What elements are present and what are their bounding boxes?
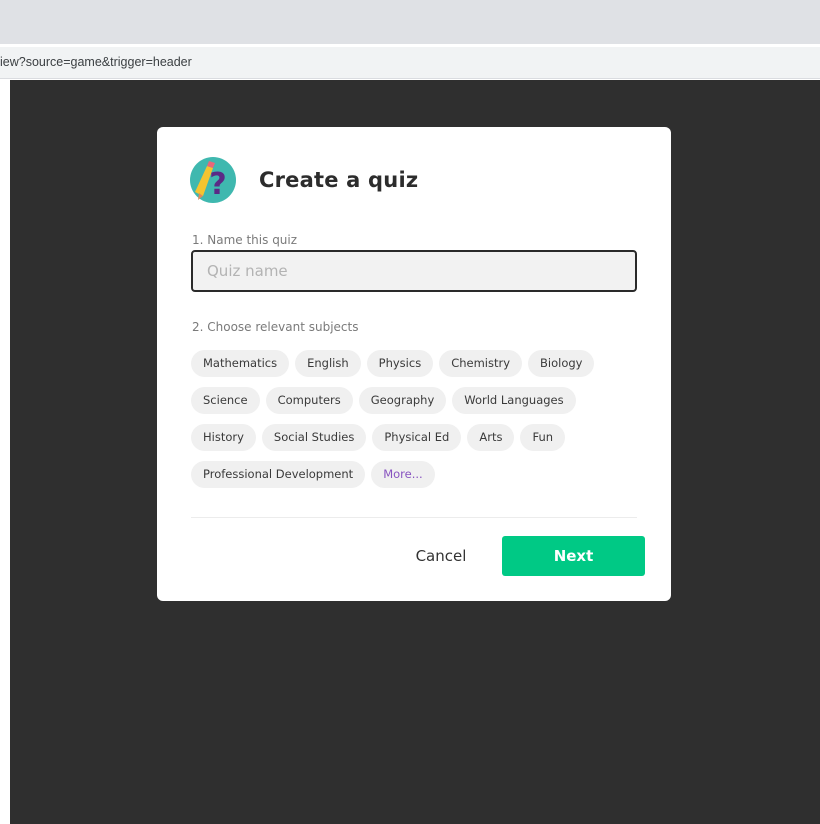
quiz-name-label: 1. Name this quiz xyxy=(192,233,298,247)
chip-row: Professional Development More... xyxy=(191,461,641,488)
subject-chip-computers[interactable]: Computers xyxy=(265,387,353,414)
subject-chip-geography[interactable]: Geography xyxy=(358,387,447,414)
subject-chip-world-languages[interactable]: World Languages xyxy=(452,387,576,414)
quiz-name-input[interactable] xyxy=(191,250,637,292)
subject-chip-history[interactable]: History xyxy=(191,424,256,451)
subject-chip-science[interactable]: Science xyxy=(191,387,260,414)
chip-row: History Social Studies Physical Ed Arts … xyxy=(191,424,641,451)
more-subjects-button[interactable]: More... xyxy=(371,461,435,488)
subject-chip-fun[interactable]: Fun xyxy=(520,424,566,451)
address-bar[interactable]: iew?source=game&trigger=header xyxy=(0,47,820,79)
chip-row: Mathematics English Physics Chemistry Bi… xyxy=(191,350,641,377)
subjects-label: 2. Choose relevant subjects xyxy=(192,320,359,334)
create-quiz-dialog: ? Create a quiz 1. Name this quiz 2. Cho… xyxy=(157,127,671,601)
subject-chip-professional-development[interactable]: Professional Development xyxy=(191,461,366,488)
chip-row: Science Computers Geography World Langua… xyxy=(191,387,641,414)
subject-chip-list: Mathematics English Physics Chemistry Bi… xyxy=(191,350,641,498)
cancel-button[interactable]: Cancel xyxy=(401,536,481,576)
dialog-header: ? Create a quiz xyxy=(189,155,418,205)
browser-tab-bar xyxy=(0,0,820,44)
quiz-question-pencil-icon: ? xyxy=(190,157,236,203)
subject-chip-physics[interactable]: Physics xyxy=(366,350,434,377)
subject-chip-arts[interactable]: Arts xyxy=(467,424,515,451)
subject-chip-mathematics[interactable]: Mathematics xyxy=(191,350,290,377)
footer-divider xyxy=(191,517,637,518)
page-edge xyxy=(0,80,10,824)
subject-chip-biology[interactable]: Biology xyxy=(528,350,595,377)
dialog-title: Create a quiz xyxy=(259,168,419,192)
subject-chip-physical-ed[interactable]: Physical Ed xyxy=(372,424,462,451)
svg-text:?: ? xyxy=(209,167,226,202)
next-button[interactable]: Next xyxy=(502,536,645,576)
subject-chip-english[interactable]: English xyxy=(295,350,361,377)
subject-chip-social-studies[interactable]: Social Studies xyxy=(261,424,367,451)
subject-chip-chemistry[interactable]: Chemistry xyxy=(439,350,523,377)
url-text[interactable]: iew?source=game&trigger=header xyxy=(0,55,192,69)
